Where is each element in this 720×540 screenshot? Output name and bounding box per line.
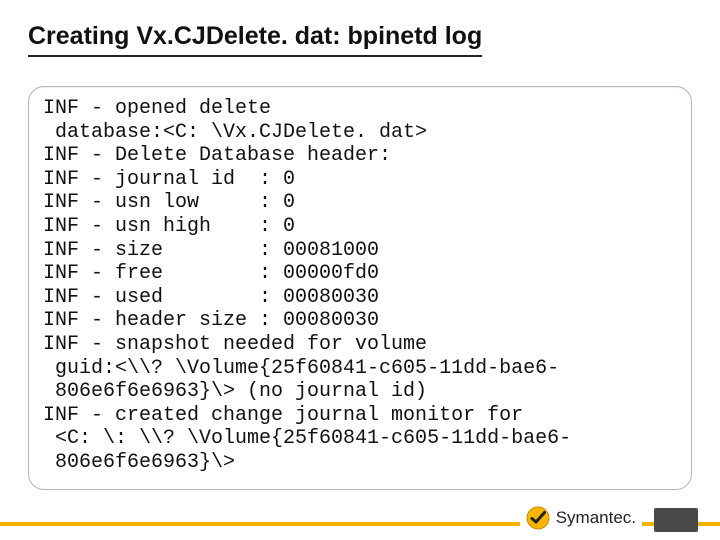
brand-name: Symantec. [556, 508, 636, 528]
brand: Symantec. [520, 506, 642, 530]
log-text: INF - opened delete database:<C: \Vx.CJD… [43, 97, 677, 475]
slide: Creating Vx.CJDelete. dat: bpinetd log I… [0, 0, 720, 540]
page-title: Creating Vx.CJDelete. dat: bpinetd log [28, 22, 482, 57]
check-circle-icon [526, 506, 550, 530]
footer: Symantec. [0, 494, 720, 540]
log-panel: INF - opened delete database:<C: \Vx.CJD… [28, 86, 692, 490]
slide-number-tab [654, 508, 698, 532]
